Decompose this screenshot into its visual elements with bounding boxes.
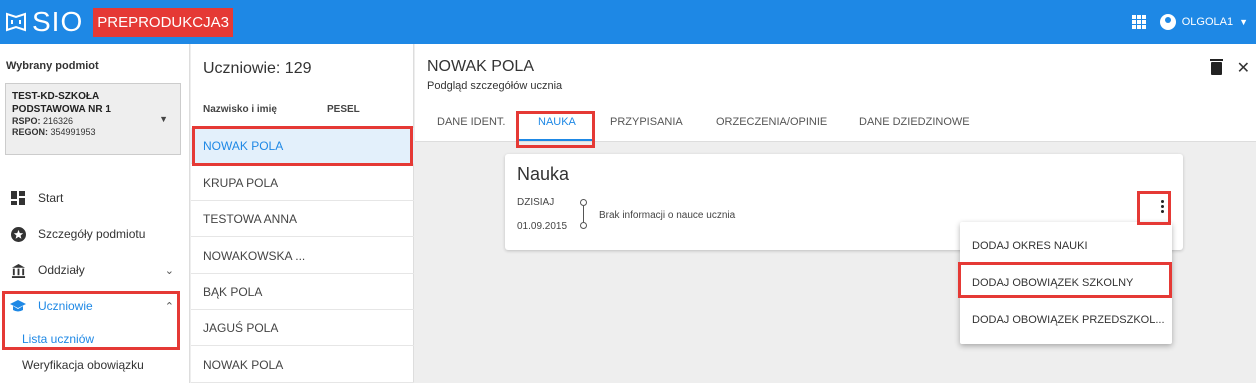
logo-text: SIO <box>32 6 84 37</box>
column-header-pesel[interactable]: PESEL <box>327 104 360 115</box>
timeline-dot-icon <box>580 199 587 206</box>
account-icon[interactable] <box>1159 14 1176 30</box>
sidebar-item-label: Szczegóły podmiotu <box>38 227 146 241</box>
tab-domain-data[interactable]: DANE DZIEDZINOWE <box>859 116 970 128</box>
timeline-date-start: 01.09.2015 <box>517 221 568 232</box>
student-row[interactable]: NOWAKOWSKA ... <box>191 238 414 274</box>
timeline-dot-icon <box>580 222 587 229</box>
students-panel: Uczniowie: 129 Nazwisko i imię PESEL NOW… <box>191 44 414 383</box>
building-icon <box>10 262 26 278</box>
sidebar-item-entity-details[interactable]: Szczegóły podmiotu <box>0 217 190 251</box>
trash-icon[interactable] <box>1210 59 1223 75</box>
chevron-down-icon[interactable]: ▼ <box>1239 17 1248 27</box>
education-info-text: Brak informacji o nauce ucznia <box>599 210 736 221</box>
students-count: Uczniowie: 129 <box>203 60 312 77</box>
star-badge-icon <box>10 226 26 242</box>
active-tab-indicator <box>519 139 595 141</box>
menu-item-add-preschool-obligation[interactable]: DODAJ OBOWIĄZEK PRZEDSZKOL... <box>960 302 1172 338</box>
tab-education[interactable]: NAUKA <box>538 116 576 128</box>
student-row[interactable]: TESTOWA ANNA <box>191 201 414 237</box>
sidebar-item-label: Start <box>38 191 64 205</box>
tab-identity-data[interactable]: DANE IDENT. <box>437 116 505 128</box>
student-row[interactable]: JAGUŚ POLA <box>191 310 414 346</box>
sidebar-item-label: Uczniowie <box>38 299 93 313</box>
detail-subtitle: Podgląd szczegółów ucznia <box>427 80 563 92</box>
menu-item-add-school-obligation[interactable]: DODAJ OBOWIĄZEK SZKOLNY <box>960 265 1172 301</box>
timeline-line <box>583 206 584 222</box>
selected-entity-label: Wybrany podmiot <box>6 60 99 72</box>
sidebar-item-divisions[interactable]: Oddziały ⌄ <box>0 253 190 287</box>
sidebar-subitem-student-list[interactable]: Lista uczniów <box>22 332 94 346</box>
chevron-down-icon[interactable]: ⌄ <box>165 264 174 277</box>
student-detail-panel: NOWAK POLA Podgląd szczegółów ucznia ✕ D… <box>415 44 1256 383</box>
timeline-date-today: DZISIAJ <box>517 197 555 208</box>
entity-rspo: RSPO: 216326 <box>12 116 74 126</box>
sidebar-subitem-obligation-verification[interactable]: Weryfikacja obowiązku <box>22 358 144 372</box>
more-vert-icon[interactable] <box>1161 200 1165 213</box>
book-icon <box>6 12 26 32</box>
apps-grid-icon[interactable] <box>1131 15 1146 29</box>
app-logo[interactable]: SIO <box>4 6 83 38</box>
dashboard-icon <box>10 190 26 206</box>
sidebar-item-students[interactable]: Uczniowie ⌃ <box>0 289 190 323</box>
student-row[interactable]: NOWAK POLA <box>191 347 414 383</box>
chevron-down-icon[interactable]: ▼ <box>159 114 168 124</box>
sidebar: Wybrany podmiot TEST-KD-SZKOŁA PODSTAWOW… <box>0 44 190 383</box>
student-row[interactable]: BĄK POLA <box>191 274 414 310</box>
student-row[interactable]: NOWAK POLA <box>191 128 414 164</box>
chevron-up-icon[interactable]: ⌃ <box>165 300 174 313</box>
environment-badge: PREPRODUKCJA3 <box>93 7 233 37</box>
entity-selector[interactable]: TEST-KD-SZKOŁA PODSTAWOWA NR 1 RSPO: 216… <box>5 83 181 155</box>
sidebar-item-label: Oddziały <box>38 263 85 277</box>
user-name[interactable]: OLGOLA1 <box>1182 16 1233 28</box>
detail-header: NOWAK POLA Podgląd szczegółów ucznia ✕ D… <box>415 44 1256 142</box>
student-row[interactable]: KRUPA POLA <box>191 165 414 201</box>
menu-item-add-education-period[interactable]: DODAJ OKRES NAUKI <box>960 228 1172 264</box>
column-header-name[interactable]: Nazwisko i imię <box>203 104 277 115</box>
close-icon[interactable]: ✕ <box>1237 58 1250 78</box>
entity-regon: REGON: 354991953 <box>12 127 96 137</box>
student-name-title: NOWAK POLA <box>427 58 534 75</box>
tab-assignments[interactable]: PRZYPISANIA <box>610 116 683 128</box>
graduation-cap-icon <box>10 298 26 314</box>
tab-certificates-opinions[interactable]: ORZECZENIA/OPINIE <box>716 116 827 128</box>
sidebar-item-start[interactable]: Start <box>0 181 190 215</box>
top-bar: SIO PREPRODUKCJA3 OLGOLA1 ▼ <box>0 0 1256 44</box>
card-title: Nauka <box>517 164 570 184</box>
actions-menu: DODAJ OKRES NAUKI DODAJ OBOWIĄZEK SZKOLN… <box>960 222 1172 344</box>
entity-name: TEST-KD-SZKOŁA PODSTAWOWA NR 1 <box>12 91 111 115</box>
